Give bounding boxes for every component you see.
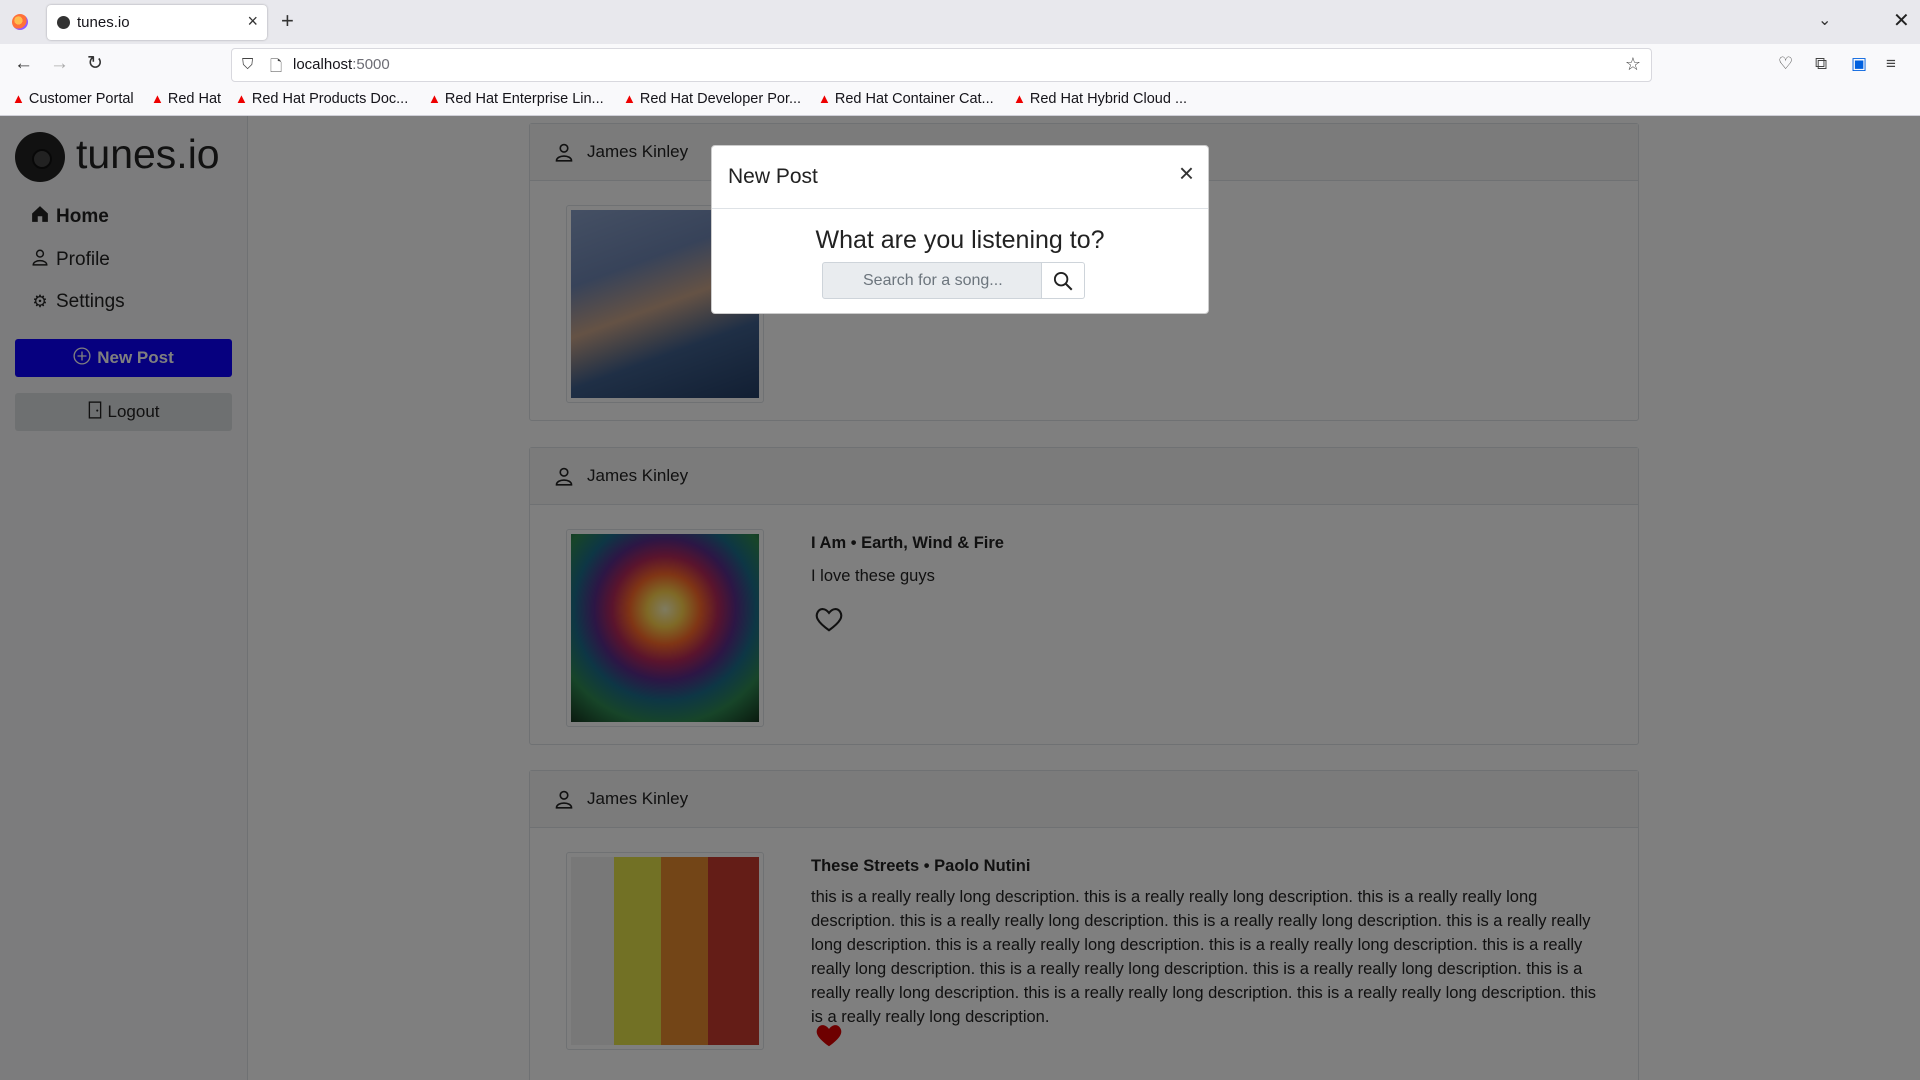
- bookmark-item[interactable]: ▲ Red Hat Developer Por...: [623, 91, 801, 107]
- browser-tab[interactable]: tunes.io ×: [47, 5, 267, 40]
- bookmark-item[interactable]: ▲ Customer Portal: [12, 91, 134, 107]
- tab-list-chevron-icon[interactable]: ⌄: [1818, 10, 1831, 30]
- back-arrow-icon[interactable]: ←: [14, 54, 33, 74]
- page-content: tunes.io Home Profile ⚙ Settings New Pos…: [0, 116, 1920, 1080]
- address-bar[interactable]: ⛉ 🗋 localhost:5000 ☆: [231, 48, 1652, 82]
- bookmark-label: Red Hat Products Doc...: [251, 91, 409, 107]
- tab-favicon-icon: [57, 16, 70, 29]
- page-info-icon[interactable]: 🗋: [270, 56, 282, 81]
- url-text[interactable]: localhost:5000: [293, 56, 390, 73]
- bookmarks-toolbar: ▲ Customer Portal ▲ Red Hat ▲ Red Hat Produ…: [0, 86, 1920, 116]
- tab-bar: tunes.io × + ⌄ ✕: [0, 0, 1920, 44]
- bookmark-label: Customer Portal: [28, 91, 134, 107]
- modal-title: New Post: [728, 165, 818, 188]
- redhat-icon: ▲: [151, 91, 164, 106]
- modal-question: What are you listening to?: [815, 226, 1105, 254]
- redhat-icon: ▲: [818, 91, 831, 106]
- new-post-modal: New Post × What are you listening to? Se…: [711, 145, 1209, 314]
- bookmark-star-icon[interactable]: ☆: [1625, 54, 1641, 75]
- navigation-toolbar: ← → ↻ ⛉ 🗋 localhost:5000 ☆ ♡ ⧉ ▣ ≡: [0, 44, 1920, 86]
- redhat-icon: ▲: [12, 91, 25, 106]
- tab-close-icon[interactable]: ×: [247, 11, 258, 32]
- bookmark-label: Red Hat Developer Por...: [639, 91, 802, 107]
- tab-title: tunes.io: [77, 14, 130, 31]
- redhat-icon: ▲: [623, 91, 636, 106]
- forward-arrow-icon[interactable]: →: [50, 54, 69, 74]
- bookmark-label: Red Hat: [167, 91, 222, 107]
- url-host: localhost: [293, 56, 353, 73]
- pocket-icon[interactable]: ♡: [1778, 54, 1793, 74]
- tracking-shield-icon[interactable]: ⛉: [242, 56, 253, 73]
- firefox-icon[interactable]: [12, 14, 28, 30]
- app-menu-icon[interactable]: ≡: [1886, 54, 1896, 74]
- search-button[interactable]: [1042, 262, 1085, 299]
- redhat-icon: ▲: [1013, 91, 1026, 106]
- modal-close-button[interactable]: ×: [1179, 160, 1194, 186]
- bookmark-item[interactable]: ▲ Red Hat: [151, 91, 221, 107]
- bookmark-item[interactable]: ▲ Red Hat Hybrid Cloud ...: [1013, 91, 1187, 107]
- modal-header: New Post ×: [712, 146, 1208, 209]
- redhat-icon: ▲: [235, 91, 248, 106]
- bookmark-label: Red Hat Container Cat...: [834, 91, 994, 107]
- window-close-icon[interactable]: ✕: [1893, 8, 1910, 33]
- account-icon[interactable]: ▣: [1851, 54, 1867, 74]
- url-port: :5000: [352, 56, 390, 73]
- redhat-icon: ▲: [428, 91, 441, 106]
- song-search-input[interactable]: Search for a song...: [822, 262, 1042, 299]
- new-tab-button[interactable]: +: [281, 8, 294, 34]
- search-icon: [1053, 271, 1073, 290]
- bookmark-label: Red Hat Enterprise Lin...: [444, 91, 604, 107]
- bookmark-item[interactable]: ▲ Red Hat Enterprise Lin...: [428, 91, 604, 107]
- bookmark-item[interactable]: ▲ Red Hat Products Doc...: [235, 91, 408, 107]
- bookmark-item[interactable]: ▲ Red Hat Container Cat...: [818, 91, 994, 107]
- reload-icon[interactable]: ↻: [87, 54, 103, 74]
- bookmark-label: Red Hat Hybrid Cloud ...: [1029, 91, 1188, 107]
- extensions-icon[interactable]: ⧉: [1815, 54, 1827, 74]
